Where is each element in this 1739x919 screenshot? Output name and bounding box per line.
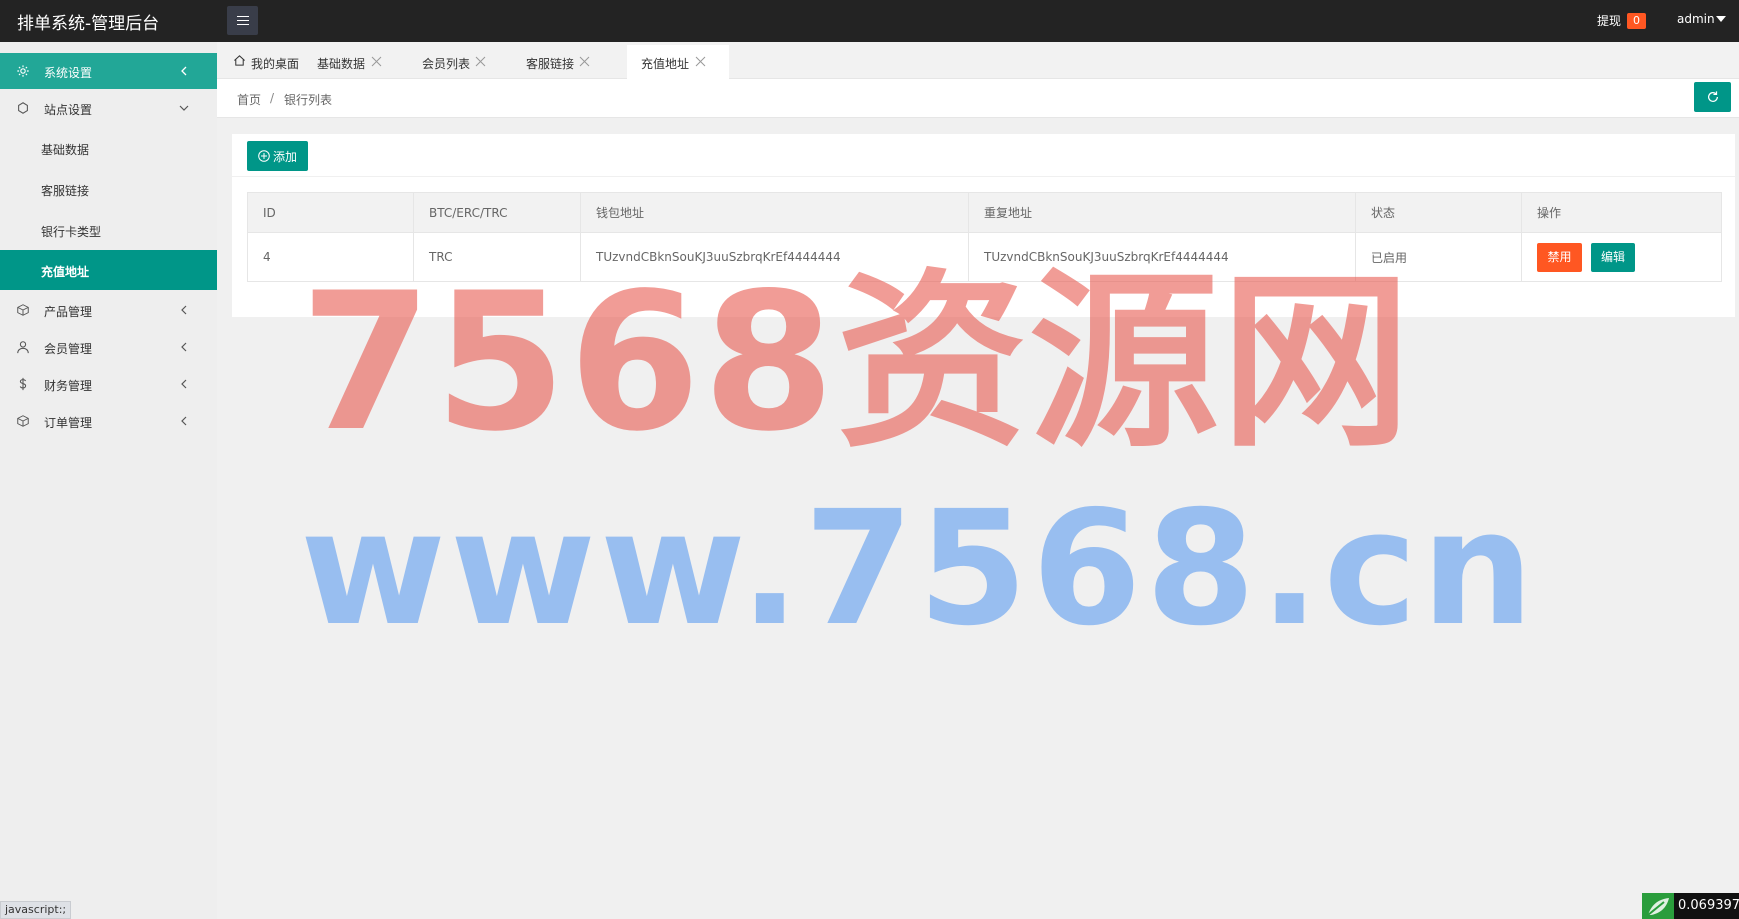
withdraw-count-badge: 0 [1627,13,1646,29]
menu-toggle-button[interactable] [227,6,258,35]
hamburger-icon-line [237,20,249,21]
browser-status-url: javascript:; [0,901,72,919]
sidebar-item-label: 系统设置 [44,66,93,80]
sidebar-item-system-settings[interactable]: 系统设置 [0,53,217,89]
cell-actions: 禁用 编辑 [1521,232,1722,282]
hamburger-icon-line [237,24,249,25]
column-header-status: 状态 [1355,192,1522,233]
sidebar-item-members[interactable]: 会员管理 [0,329,217,365]
plus-circle-icon [258,150,270,162]
hamburger-icon-line [237,16,249,17]
edit-button[interactable]: 编辑 [1591,242,1635,272]
watermark-text: 7568资源网 [300,252,1413,473]
leaf-icon[interactable] [1642,893,1674,919]
sidebar-subitem-recharge-address[interactable]: 充值地址 [0,250,217,290]
sidebar-item-label: 订单管理 [44,416,93,430]
sidebar-item-label: 基础数据 [41,143,90,157]
column-header-repeat: 重复地址 [968,192,1356,233]
tab-bar: 我的桌面 基础数据 会员列表 客服链接 充值地址 [217,42,1739,79]
breadcrumb: 首页 / 银行列表 [217,79,1739,118]
gear-icon [17,65,29,77]
tab-service-link[interactable]: 客服链接 [513,45,617,79]
sidebar-subitem-bank-card-type[interactable]: 银行卡类型 [0,212,217,248]
close-icon[interactable] [475,56,486,67]
close-icon[interactable] [579,56,590,67]
tab-label: 基础数据 [317,57,366,71]
caret-down-icon[interactable] [1716,16,1726,22]
sidebar-item-label: 财务管理 [44,379,93,393]
withdraw-link[interactable]: 提现 [1597,12,1621,29]
table-header-row: ID BTC/ERC/TRC 钱包地址 重复地址 状态 操作 [247,192,1722,233]
column-header-wallet: 钱包地址 [580,192,969,233]
performance-timer: 0.0693979 [1674,893,1739,919]
sidebar-item-site-settings[interactable]: 站点设置 [0,90,217,126]
chevron-left-icon [181,66,187,76]
user-menu[interactable]: admin [1677,12,1715,26]
disable-button[interactable]: 禁用 [1537,242,1582,272]
sidebar-subitem-basic-data[interactable]: 基础数据 [0,130,217,166]
add-button[interactable]: 添加 [247,141,308,171]
box-icon [17,415,29,427]
sidebar-item-label: 产品管理 [44,305,93,319]
sidebar-item-label: 会员管理 [44,342,93,356]
watermark-url: www.7568.cn [300,477,1538,661]
tab-basic-data[interactable]: 基础数据 [305,45,409,79]
breadcrumb-home-link[interactable]: 首页 [237,91,261,108]
sidebar-item-orders[interactable]: 订单管理 [0,403,217,439]
column-header-actions: 操作 [1521,192,1722,233]
chevron-left-icon [181,379,187,389]
breadcrumb-current: 银行列表 [284,93,333,107]
tab-my-desktop[interactable]: 我的桌面 [217,45,305,79]
tab-recharge-address[interactable]: 充值地址 [627,45,729,79]
divider [232,176,1735,177]
tab-member-list[interactable]: 会员列表 [409,45,513,79]
sidebar-item-label: 充值地址 [41,265,90,279]
refresh-button[interactable] [1694,82,1731,112]
tab-label: 客服链接 [526,57,575,71]
close-icon[interactable] [371,56,382,67]
chevron-down-icon [179,105,189,111]
home-icon [234,55,245,66]
refresh-icon [1708,91,1718,102]
dollar-icon [19,377,27,391]
leaf-icon-graphic [1647,898,1669,916]
column-header-id: ID [247,192,414,233]
sidebar-item-products[interactable]: 产品管理 [0,292,217,328]
chevron-left-icon [181,342,187,352]
sidebar-item-label: 银行卡类型 [41,225,102,239]
sidebar: 系统设置 站点设置 基础数据 客服链接 银行卡类型 充值地址 产品管理 会员管理 [0,42,217,919]
tab-label: 充值地址 [641,57,690,71]
tab-label: 会员列表 [422,57,471,71]
chevron-left-icon [181,416,187,426]
close-icon[interactable] [695,56,706,67]
user-icon [17,341,29,354]
sidebar-item-label: 站点设置 [44,103,93,117]
app-title: 排单系统-管理后台 [17,14,160,34]
column-header-type: BTC/ERC/TRC [413,192,581,233]
sidebar-item-finance[interactable]: 财务管理 [0,366,217,402]
box-icon [17,304,29,316]
add-button-label: 添加 [273,150,298,164]
tab-label: 我的桌面 [251,57,300,71]
sidebar-subitem-service-link[interactable]: 客服链接 [0,171,217,207]
site-icon [18,102,28,114]
chevron-left-icon [181,305,187,315]
sidebar-item-label: 客服链接 [41,184,90,198]
top-header: 排单系统-管理后台 提现 0 admin [0,0,1739,42]
breadcrumb-separator: / [270,91,275,105]
